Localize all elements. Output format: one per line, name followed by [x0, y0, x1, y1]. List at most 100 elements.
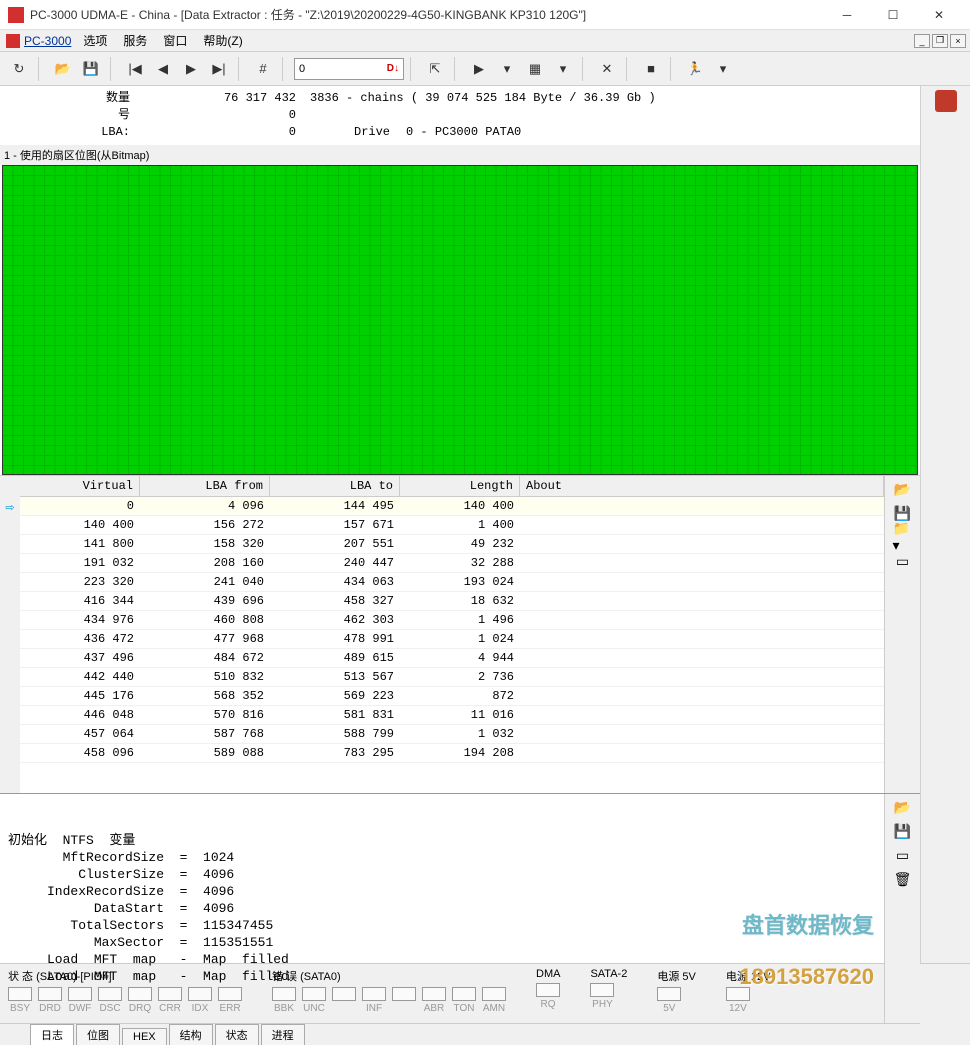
cell-lbato: 462 303	[270, 611, 400, 629]
cell-about	[520, 706, 884, 724]
col-length[interactable]: Length	[400, 476, 520, 496]
mdi-minimize-button[interactable]: _	[914, 34, 930, 48]
next-icon[interactable]: ▶	[178, 56, 204, 82]
table-row[interactable]: 457 064587 768588 7991 032	[20, 725, 884, 744]
maximize-button[interactable]: ☐	[870, 0, 916, 30]
tab-struct[interactable]: 结构	[169, 1024, 213, 1045]
minimize-button[interactable]: ─	[824, 0, 870, 30]
qty-extra: 3836 - chains ( 39 074 525 184 Byte / 36…	[310, 90, 656, 107]
tools-icon[interactable]: ✕	[594, 56, 620, 82]
cell-length: 193 024	[400, 573, 520, 591]
qty-value: 76 317 432	[136, 90, 296, 107]
tab-hex[interactable]: HEX	[122, 1028, 167, 1045]
cell-length: 49 232	[400, 535, 520, 553]
log-line: TotalSectors = 115347455	[8, 917, 876, 934]
col-virtual[interactable]: Virtual	[20, 476, 140, 496]
table-row[interactable]: 416 344439 696458 32718 632	[20, 592, 884, 611]
table-row[interactable]: 458 096589 088783 295194 208	[20, 744, 884, 763]
table-icon[interactable]: ▦	[522, 56, 548, 82]
drive-status-icon[interactable]	[935, 90, 957, 112]
cell-length: 872	[400, 687, 520, 705]
table-row[interactable]: 436 472477 968478 9911 024	[20, 630, 884, 649]
tab-bitmap[interactable]: 位图	[76, 1024, 120, 1045]
cell-about	[520, 573, 884, 591]
mdi-restore-button[interactable]: ❐	[932, 34, 948, 48]
cell-lbafrom: 477 968	[140, 630, 270, 648]
play-dropdown-icon[interactable]: ▾	[494, 56, 520, 82]
cell-lbafrom: 568 352	[140, 687, 270, 705]
cell-lbafrom: 484 672	[140, 649, 270, 667]
cell-virtual: 416 344	[20, 592, 140, 610]
table-dropdown-icon[interactable]: ▾	[550, 56, 576, 82]
cell-lbafrom: 587 768	[140, 725, 270, 743]
cell-virtual: 458 096	[20, 744, 140, 762]
table-row[interactable]: 437 496484 672489 6154 944	[20, 649, 884, 668]
menu-app-icon	[6, 34, 20, 48]
tab-status[interactable]: 状态	[215, 1024, 259, 1045]
menu-help[interactable]: 帮助(Z)	[203, 32, 242, 49]
cell-length: 140 400	[400, 497, 520, 515]
log-line: MaxSector = 115351551	[8, 934, 876, 951]
log-line: Load MFT map - Map filled	[8, 951, 876, 968]
table-row[interactable]: 140 400156 272157 6711 400	[20, 516, 884, 535]
menu-options[interactable]: 选项	[83, 32, 107, 49]
table-row[interactable]: 141 800158 320207 55149 232	[20, 535, 884, 554]
log-action1-icon[interactable]: ▭	[893, 846, 913, 864]
cell-about	[520, 497, 884, 515]
table-row[interactable]: 191 032208 160240 44732 288	[20, 554, 884, 573]
menu-window[interactable]: 窗口	[163, 32, 187, 49]
col-lba-from[interactable]: LBA from	[140, 476, 270, 496]
first-icon[interactable]: |◀	[122, 56, 148, 82]
cell-lbato: 240 447	[270, 554, 400, 572]
cell-virtual: 442 440	[20, 668, 140, 686]
table-row[interactable]: 04 096144 495140 400	[20, 497, 884, 516]
save-icon[interactable]: 💾	[78, 56, 104, 82]
cell-about	[520, 725, 884, 743]
person-dropdown-icon[interactable]: ▾	[710, 56, 736, 82]
side-folder-icon[interactable]: 📁▾	[893, 528, 913, 546]
table-row[interactable]: 445 176568 352569 223872	[20, 687, 884, 706]
drive-value: 0 - PC3000 PATA0	[406, 124, 521, 141]
cell-lbafrom: 208 160	[140, 554, 270, 572]
log-save-icon[interactable]: 💾	[893, 822, 913, 840]
tab-process[interactable]: 进程	[261, 1024, 305, 1045]
sector-bitmap[interactable]	[2, 165, 918, 475]
window-title: PC-3000 UDMA-E - China - [Data Extractor…	[30, 6, 824, 23]
menu-app-link[interactable]: PC-3000	[24, 34, 71, 48]
side-blank-icon[interactable]: ▭	[893, 552, 913, 570]
table-row[interactable]: 442 440510 832513 5672 736	[20, 668, 884, 687]
log-line: Load MFT map - Map filled	[8, 968, 876, 985]
tab-log[interactable]: 日志	[30, 1024, 74, 1045]
prev-icon[interactable]: ◀	[150, 56, 176, 82]
col-lba-to[interactable]: LBA to	[270, 476, 400, 496]
table-row[interactable]: 223 320241 040434 063193 024	[20, 573, 884, 592]
play-icon[interactable]: ▶	[466, 56, 492, 82]
log-open-icon[interactable]: 📂	[893, 798, 913, 816]
cell-length: 4 944	[400, 649, 520, 667]
refresh-icon[interactable]: ↻	[6, 56, 32, 82]
chain-table[interactable]: Virtual LBA from LBA to Length About 04 …	[20, 476, 884, 793]
counter-input[interactable]: 0 D↓	[294, 58, 404, 80]
person-icon[interactable]: 🏃	[682, 56, 708, 82]
drive-label: Drive	[354, 124, 390, 141]
close-button[interactable]: ✕	[916, 0, 962, 30]
cell-lbato: 581 831	[270, 706, 400, 724]
open-icon[interactable]: 📂	[50, 56, 76, 82]
log-text[interactable]: 初始化 NTFS 变量 MftRecordSize = 1024 Cluster…	[0, 794, 884, 1023]
grid-icon[interactable]: #	[250, 56, 276, 82]
cell-virtual: 140 400	[20, 516, 140, 534]
cell-about	[520, 687, 884, 705]
table-row[interactable]: 446 048570 816581 83111 016	[20, 706, 884, 725]
cell-virtual: 445 176	[20, 687, 140, 705]
mdi-close-button[interactable]: ×	[950, 34, 966, 48]
cell-about	[520, 611, 884, 629]
stop-icon[interactable]: ■	[638, 56, 664, 82]
menu-service[interactable]: 服务	[123, 32, 147, 49]
log-action2-icon[interactable]: 🗑	[893, 870, 913, 888]
table-row[interactable]: 434 976460 808462 3031 496	[20, 611, 884, 630]
cell-lbato: 157 671	[270, 516, 400, 534]
side-open-icon[interactable]: 📂	[893, 480, 913, 498]
last-icon[interactable]: ▶|	[206, 56, 232, 82]
col-about[interactable]: About	[520, 476, 884, 496]
export-icon[interactable]: ⇱	[422, 56, 448, 82]
